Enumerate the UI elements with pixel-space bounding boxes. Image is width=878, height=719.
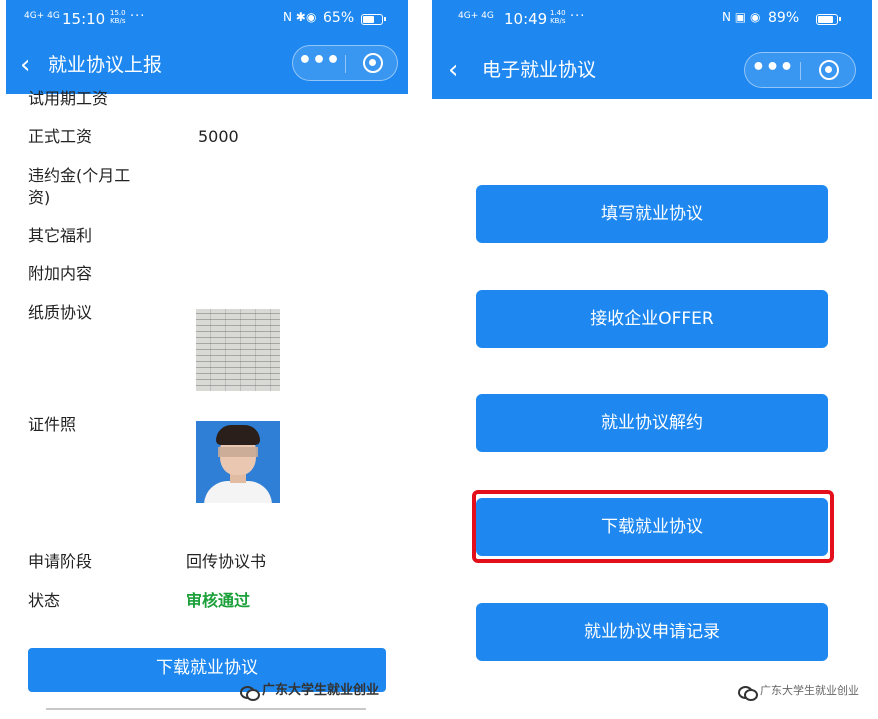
status-bar: 4G+ 4G 10:49 1.40 KB/s ··· N ▣ ◉ 89%: [432, 9, 872, 33]
page-title: 就业协议上报: [48, 54, 163, 76]
wechat-icon: [738, 684, 758, 701]
bottom-divider: [46, 708, 366, 712]
speed-value: 15.0: [110, 9, 126, 17]
field-value-formal-salary: 5000: [198, 127, 239, 146]
nfc-bluetooth-icon: N ✱: [283, 10, 306, 24]
watermark: 广东大学生就业创业: [240, 679, 380, 701]
photo-hair: [216, 425, 260, 445]
left-phone-screen: 4G+ 4G 15:10 15.0 KB/s ··· N ✱ ◉ 65% ‹ 就…: [6, 0, 408, 719]
more-notifications-icon: ···: [570, 9, 586, 24]
miniprogram-capsule: •••: [744, 52, 856, 88]
battery-percent: 65%: [323, 10, 355, 26]
left-header: 4G+ 4G 15:10 15.0 KB/s ··· N ✱ ◉ 65% ‹ 就…: [6, 0, 408, 94]
field-label-status: 状态: [28, 591, 61, 610]
speed-unit: KB/s: [110, 17, 126, 25]
field-label-formal-salary: 正式工资: [28, 127, 93, 146]
status-time: 10:49: [504, 10, 548, 28]
battery-icon: [361, 14, 386, 25]
field-label-penalty-line2: 资): [28, 188, 51, 207]
watermark-text: 广东大学生就业创业: [262, 683, 380, 698]
field-label-application-stage: 申请阶段: [28, 552, 93, 571]
download-agreement-button[interactable]: 下载就业协议: [476, 498, 828, 556]
signal-icon: 4G+ 4G: [24, 11, 60, 21]
photo-shirt: [204, 481, 272, 503]
watermark-text: 广东大学生就业创业: [760, 684, 859, 697]
page-title: 电子就业协议: [482, 59, 597, 81]
network-speed: 1.40 KB/s: [550, 9, 566, 25]
field-label-other-benefits: 其它福利: [28, 226, 93, 245]
right-header: 4G+ 4G 10:49 1.40 KB/s ··· N ▣ ◉ 89% ‹ 电…: [432, 0, 872, 99]
battery-fill: [363, 16, 375, 23]
right-phone-screen: 4G+ 4G 10:49 1.40 KB/s ··· N ▣ ◉ 89% ‹ 电…: [432, 0, 872, 719]
nfc-vibrate-icon: N ▣: [722, 10, 747, 24]
battery-icon: [816, 14, 841, 25]
field-label-id-photo: 证件照: [28, 415, 77, 434]
field-label-penalty-line1: 违约金(个月工: [28, 166, 131, 185]
status-time: 15:10: [62, 10, 106, 28]
nav-bar: ‹ 就业协议上报 •••: [6, 45, 408, 86]
field-value-application-stage: 回传协议书: [186, 552, 267, 571]
battery-fill: [818, 16, 834, 23]
more-options-icon[interactable]: •••: [745, 53, 800, 87]
paper-agreement-thumbnail[interactable]: [196, 309, 280, 391]
wechat-icon: [240, 684, 260, 701]
photo-blur-mask: [218, 447, 258, 457]
miniprogram-capsule: •••: [292, 45, 398, 81]
network-speed: 15.0 KB/s: [110, 9, 126, 25]
close-miniprogram-icon[interactable]: [363, 53, 383, 73]
wifi-icon: ◉: [306, 10, 317, 24]
battery-percent: 89%: [768, 10, 800, 26]
field-label-penalty: 违约金(个月工 资): [28, 165, 130, 209]
capsule-divider: [800, 62, 801, 80]
application-records-button[interactable]: 就业协议申请记录: [476, 603, 828, 661]
speed-value: 1.40: [550, 9, 566, 17]
wifi-icon: ◉: [750, 10, 761, 24]
back-arrow-icon[interactable]: ‹: [20, 50, 30, 80]
speed-unit: KB/s: [550, 17, 566, 25]
accept-offer-button[interactable]: 接收企业OFFER: [476, 290, 828, 348]
nav-bar: ‹ 电子就业协议 •••: [432, 51, 872, 91]
field-label-probation-salary: 试用期工资: [28, 89, 109, 108]
more-options-icon[interactable]: •••: [293, 46, 345, 80]
field-label-additional-content: 附加内容: [28, 264, 93, 283]
signal-icon: 4G+ 4G: [458, 11, 494, 21]
status-bar: 4G+ 4G 15:10 15.0 KB/s ··· N ✱ ◉ 65%: [6, 9, 408, 33]
back-arrow-icon[interactable]: ‹: [448, 55, 458, 85]
watermark: 广东大学生就业创业: [738, 682, 859, 701]
fill-agreement-button[interactable]: 填写就业协议: [476, 185, 828, 243]
close-miniprogram-icon[interactable]: [819, 60, 839, 80]
capsule-divider: [345, 55, 346, 73]
id-photo-thumbnail[interactable]: [196, 421, 280, 503]
status-approved-text: 审核通过: [186, 591, 251, 610]
field-label-paper-agreement: 纸质协议: [28, 303, 93, 322]
more-notifications-icon: ···: [130, 9, 146, 24]
terminate-agreement-button[interactable]: 就业协议解约: [476, 394, 828, 452]
